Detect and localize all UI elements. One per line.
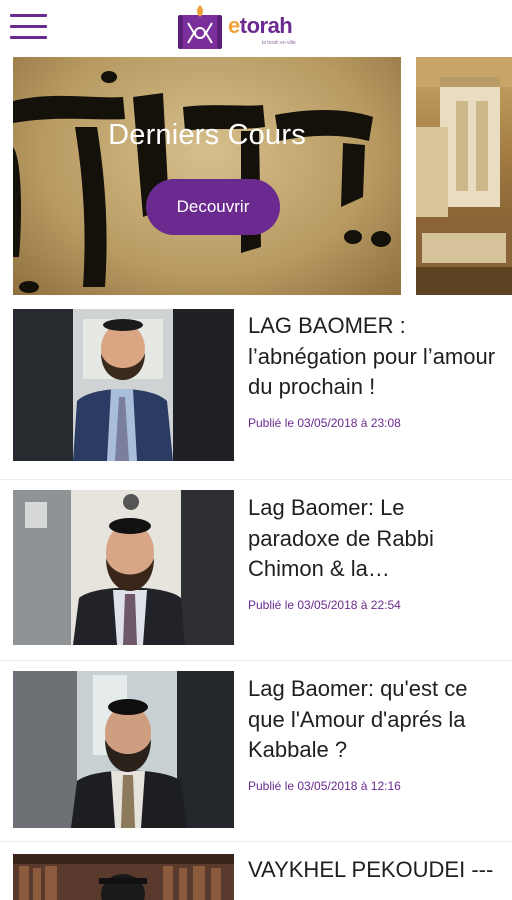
hamburger-menu-icon[interactable] [10,14,48,40]
carousel-slide-latest-courses[interactable]: Derniers Cours Decouvrir [13,57,401,295]
brand-name: etorah [228,13,293,39]
article-title[interactable]: LAG BAOMER : l’abnégation pour l’amour d… [248,311,500,403]
top-app-bar: etorah la torah en ville [0,0,512,54]
article-title[interactable]: VAYKHEL PEKOUDEI ---- [248,855,500,900]
discover-button[interactable]: Decouvrir [146,179,280,235]
list-divider [0,660,512,661]
brand-tagline: la torah en ville [262,40,296,46]
article-date: Publié le 03/05/2018 à 22:54 [248,598,401,612]
article-title[interactable]: Lag Baomer: Le paradoxe de Rabbi Chimon … [248,493,500,585]
rabbi-video-thumbnail-image [13,309,234,461]
rabbi-video-thumbnail-image [13,854,234,900]
article-card[interactable]: LAG BAOMER : l’abnégation pour l’amour d… [0,303,512,473]
brand-name-rest: torah [239,13,293,38]
featured-carousel[interactable]: Derniers Cours Decouvrir [0,57,512,295]
article-card[interactable]: VAYKHEL PEKOUDEI ---- [0,847,512,900]
article-card[interactable]: Lag Baomer: Le paradoxe de Rabbi Chimon … [0,485,512,655]
article-thumbnail[interactable] [13,854,234,900]
list-divider [0,841,512,842]
brand-name-e: e [228,13,240,38]
article-thumbnail[interactable] [13,309,234,461]
rabbi-video-thumbnail-image [13,490,234,645]
list-divider [0,479,512,480]
carousel-title: Derniers Cours [108,119,306,151]
etorah-logo[interactable]: etorah la torah en ville [178,3,318,51]
article-title[interactable]: Lag Baomer: qu'est ce que l'Amour d'apré… [248,674,500,766]
torah-scroll-logo-icon [178,5,222,49]
article-date: Publié le 03/05/2018 à 12:16 [248,779,401,793]
rabbi-video-thumbnail-image [13,671,234,828]
hebrew-manuscript-background-image [13,71,391,293]
article-date: Publié le 03/05/2018 à 23:08 [248,416,401,430]
temple-illustration-image [416,57,512,295]
article-thumbnail[interactable] [13,490,234,645]
article-card[interactable]: Lag Baomer: qu'est ce que l'Amour d'apré… [0,666,512,836]
carousel-slide-next[interactable] [416,57,512,295]
article-thumbnail[interactable] [13,671,234,828]
